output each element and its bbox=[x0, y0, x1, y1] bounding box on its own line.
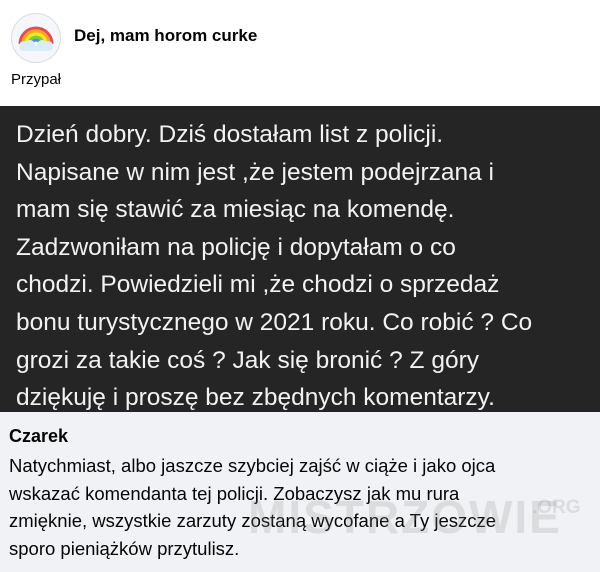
post-header: Dej, mam horom curke bbox=[0, 0, 600, 72]
message-text: Dzień dobry. Dziś dostałam list z policj… bbox=[16, 121, 533, 412]
group-name[interactable]: Dej, mam horom curke bbox=[74, 26, 257, 46]
rainbow-cloud-icon bbox=[18, 26, 54, 51]
comment-text: Natychmiast, albo jaszcze szybciej zajść… bbox=[9, 455, 497, 559]
group-avatar[interactable] bbox=[11, 13, 61, 63]
comment-author[interactable]: Czarek bbox=[9, 426, 68, 447]
post-caption: Przypał bbox=[11, 71, 62, 88]
